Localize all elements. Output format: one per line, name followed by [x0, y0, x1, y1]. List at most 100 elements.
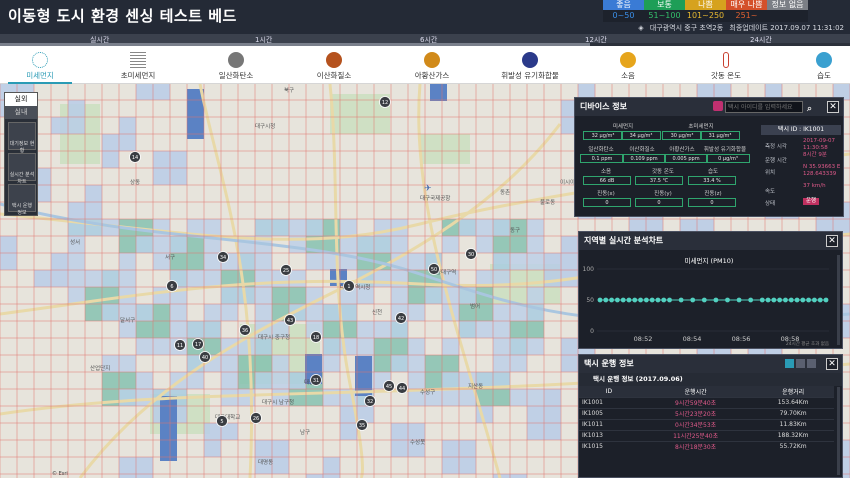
taxi-marker[interactable]: 30	[465, 248, 477, 260]
close-icon[interactable]: ✕	[826, 358, 838, 370]
grid-cell[interactable]	[221, 372, 238, 389]
grid-cell[interactable]	[187, 321, 204, 338]
grid-cell[interactable]	[204, 321, 221, 338]
taxi-marker[interactable]: 44	[396, 382, 408, 394]
grid-cell[interactable]	[408, 338, 425, 355]
taxi-marker[interactable]: 5	[216, 415, 228, 427]
grid-cell[interactable]	[408, 423, 425, 440]
grid-cell[interactable]	[255, 355, 272, 372]
grid-cell[interactable]	[119, 117, 136, 134]
grid-cell[interactable]	[459, 457, 476, 474]
tab-pollutant[interactable]: 소음	[588, 46, 668, 84]
chart-point[interactable]	[643, 297, 649, 303]
taxi-info-button[interactable]: 택시 운행 정보	[8, 184, 36, 216]
grid-cell-high[interactable]	[355, 356, 372, 396]
grid-cell[interactable]	[119, 253, 136, 270]
grid-cell[interactable]	[391, 355, 408, 372]
chart-point[interactable]	[597, 297, 603, 303]
grid-cell[interactable]	[221, 304, 238, 321]
table-row[interactable]: IK1013 11시간25분40초 188.32Km	[579, 429, 834, 441]
grid-cell[interactable]	[289, 270, 306, 287]
grid-cell[interactable]	[170, 151, 187, 168]
grid-cell[interactable]	[85, 304, 102, 321]
chart-point[interactable]	[649, 297, 655, 303]
grid-cell[interactable]	[374, 355, 391, 372]
grid-cell[interactable]	[323, 457, 340, 474]
chart-point[interactable]	[812, 297, 817, 303]
grid-cell[interactable]	[238, 355, 255, 372]
taxi-marker[interactable]: 18	[310, 331, 322, 343]
realtime-chart-button[interactable]: 실시간 분석 차트	[8, 153, 36, 185]
grid-cell[interactable]	[425, 355, 442, 372]
grid-cell[interactable]	[119, 457, 136, 474]
grid-cell[interactable]	[0, 236, 17, 253]
grid-cell[interactable]	[204, 304, 221, 321]
grid-cell[interactable]	[255, 372, 272, 389]
time-range-bar[interactable]: 실시간 1시간 6시간 12시간 24시간	[0, 34, 850, 46]
grid-cell[interactable]	[527, 406, 544, 423]
grid-cell[interactable]	[34, 270, 51, 287]
chart-point[interactable]	[748, 297, 754, 303]
grid-cell[interactable]	[493, 474, 510, 478]
grid-cell[interactable]	[357, 338, 374, 355]
air-status-button[interactable]: 대기정보 현황	[8, 122, 36, 154]
chart-point[interactable]	[800, 297, 806, 303]
grid-cell[interactable]	[493, 236, 510, 253]
chart-point[interactable]	[713, 297, 719, 303]
grid-cell[interactable]	[68, 100, 85, 117]
grid-cell[interactable]	[340, 236, 357, 253]
taxi-marker[interactable]: 25	[280, 264, 292, 276]
taxi-marker[interactable]: 32	[364, 395, 376, 407]
grid-cell[interactable]	[51, 270, 68, 287]
chart-point[interactable]	[783, 297, 788, 303]
grid-cell[interactable]	[51, 117, 68, 134]
grid-cell[interactable]	[544, 270, 561, 287]
grid-cell[interactable]	[527, 389, 544, 406]
grid-cell[interactable]	[306, 219, 323, 236]
grid-cell[interactable]	[153, 236, 170, 253]
search-icon[interactable]: ⌕	[807, 100, 812, 118]
taxi-table-scrollbar[interactable]	[837, 387, 840, 475]
grid-cell[interactable]	[204, 270, 221, 287]
table-row[interactable]: IK1005 5시간23분20초 79.70Km	[579, 407, 834, 419]
grid-cell[interactable]	[493, 338, 510, 355]
grid-cell[interactable]	[136, 304, 153, 321]
grid-cell[interactable]	[85, 185, 102, 202]
grid-cell[interactable]	[442, 440, 459, 457]
time-option[interactable]: 1시간	[255, 34, 272, 46]
chart-point[interactable]	[667, 297, 672, 303]
grid-cell[interactable]	[527, 321, 544, 338]
time-option[interactable]: 6시간	[420, 34, 437, 46]
taxi-marker[interactable]: 12	[379, 96, 391, 108]
grid-cell[interactable]	[493, 219, 510, 236]
grid-cell[interactable]	[323, 474, 340, 478]
grid-cell[interactable]	[170, 321, 187, 338]
table-header-cell[interactable]: ID	[579, 386, 639, 397]
grid-cell[interactable]	[442, 372, 459, 389]
chart-point[interactable]	[823, 297, 829, 303]
grid-cell[interactable]	[527, 287, 544, 304]
grid-cell[interactable]	[408, 287, 425, 304]
view-day-button[interactable]	[785, 359, 794, 368]
chart-point[interactable]	[609, 297, 614, 303]
grid-cell[interactable]	[323, 355, 340, 372]
grid-cell[interactable]	[476, 321, 493, 338]
chart-point[interactable]	[614, 297, 620, 303]
tab-pollutant[interactable]: 아황산가스	[392, 46, 472, 84]
table-row[interactable]: IK1011 0시간34분53초 11.83Km	[579, 418, 834, 430]
chart-point[interactable]	[632, 297, 638, 303]
taxi-marker[interactable]: 36	[239, 324, 251, 336]
grid-cell[interactable]	[527, 219, 544, 236]
chart-point[interactable]	[701, 297, 707, 303]
grid-cell[interactable]	[170, 236, 187, 253]
chart-point[interactable]	[794, 297, 800, 303]
grid-cell[interactable]	[119, 372, 136, 389]
chart-point[interactable]	[626, 297, 632, 303]
grid-cell[interactable]	[255, 440, 272, 457]
taxi-marker[interactable]: 11	[174, 339, 186, 351]
grid-cell[interactable]	[136, 338, 153, 355]
tab-pollutant[interactable]: 이산화질소	[294, 46, 374, 84]
close-icon[interactable]: ✕	[827, 101, 839, 113]
taxi-marker[interactable]: 35	[356, 419, 368, 431]
grid-cell[interactable]	[136, 321, 153, 338]
